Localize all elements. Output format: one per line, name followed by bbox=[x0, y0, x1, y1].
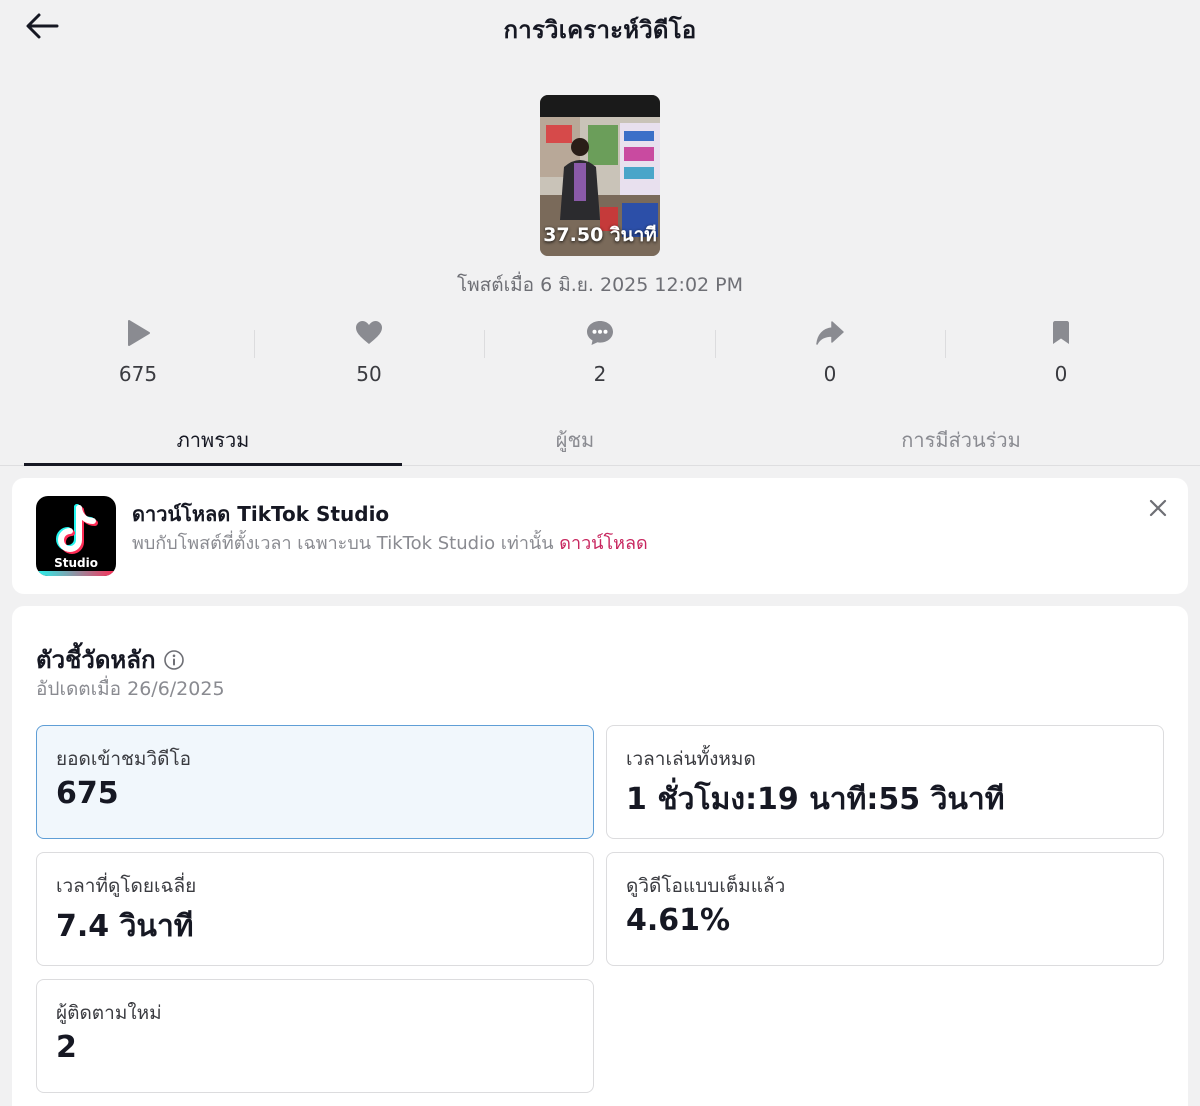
tab-overview[interactable]: ภาพรวม bbox=[24, 424, 402, 456]
divider bbox=[484, 330, 485, 358]
banner-description-text: พบกับโพสต์ที่ตั้งเวลา เฉพาะบน TikTok Stu… bbox=[132, 533, 554, 554]
close-icon bbox=[1149, 499, 1167, 517]
heart-icon bbox=[356, 321, 382, 344]
metric-value: 4.61% bbox=[626, 903, 731, 938]
header: การวิเคราะห์วิดีโอ bbox=[0, 0, 1200, 56]
tab-audience[interactable]: ผู้ชม bbox=[402, 424, 748, 456]
metric-average-watch-time[interactable]: เวลาที่ดูโดยเฉลี่ย 7.4 วินาที bbox=[36, 852, 594, 966]
metric-value: 7.4 วินาที bbox=[56, 909, 194, 944]
metric-label: ผู้ติดตามใหม่ bbox=[56, 1002, 162, 1024]
metric-watched-full-video[interactable]: ดูวิดีโอแบบเต็มแล้ว 4.61% bbox=[606, 852, 1164, 966]
metric-label: เวลาเล่นทั้งหมด bbox=[626, 748, 756, 770]
comment-icon bbox=[587, 321, 613, 345]
info-icon bbox=[164, 649, 185, 670]
metric-label: เวลาที่ดูโดยเฉลี่ย bbox=[56, 875, 197, 897]
stat-views[interactable]: 675 bbox=[78, 316, 198, 386]
stat-comments[interactable]: 2 bbox=[540, 316, 660, 386]
metrics-updated-date: อัปเดตเมื่อ 26/6/2025 bbox=[36, 678, 225, 700]
divider bbox=[254, 330, 255, 358]
metric-total-play-time[interactable]: เวลาเล่นทั้งหมด 1 ชั่วโมง:19 นาที:55 วิน… bbox=[606, 725, 1164, 839]
key-metrics-card: ตัวชี้วัดหลัก อัปเดตเมื่อ 26/6/2025 ยอดเ… bbox=[12, 606, 1188, 1106]
banner-description: พบกับโพสต์ที่ตั้งเวลา เฉพาะบน TikTok Stu… bbox=[132, 528, 648, 557]
stat-saves-value: 0 bbox=[1054, 362, 1068, 386]
video-thumbnail[interactable]: 37.50 วินาที bbox=[540, 95, 660, 256]
divider bbox=[715, 330, 716, 358]
banner-title: ดาวน์โหลด TikTok Studio bbox=[132, 502, 390, 526]
stat-comments-value: 2 bbox=[593, 362, 607, 386]
stat-saves[interactable]: 0 bbox=[1001, 316, 1121, 386]
bookmark-icon bbox=[1053, 321, 1069, 344]
tab-bar: ภาพรวม ผู้ชม การมีส่วนร่วม bbox=[0, 416, 1200, 466]
tiktok-studio-logo: Studio bbox=[36, 496, 116, 576]
studio-logo-label: Studio bbox=[54, 556, 98, 570]
stat-shares[interactable]: 0 bbox=[770, 316, 890, 386]
download-link[interactable]: ดาวน์โหลด bbox=[559, 533, 647, 554]
download-banner: Studio ดาวน์โหลด TikTok Studio พบกับโพสต… bbox=[12, 478, 1188, 594]
stats-row: 675 50 2 0 0 bbox=[24, 316, 1176, 396]
tab-engagement[interactable]: การมีส่วนร่วม bbox=[772, 424, 1150, 456]
metric-value: 675 bbox=[56, 776, 119, 811]
stat-shares-value: 0 bbox=[823, 362, 837, 386]
share-icon bbox=[816, 321, 844, 345]
metric-video-views[interactable]: ยอดเข้าชมวิดีโอ 675 bbox=[36, 725, 594, 839]
stat-likes-value: 50 bbox=[356, 362, 382, 386]
page-title: การวิเคราะห์วิดีโอ bbox=[503, 16, 697, 44]
metric-label: ดูวิดีโอแบบเต็มแล้ว bbox=[626, 875, 786, 897]
play-icon bbox=[128, 320, 150, 346]
logo-stripe bbox=[36, 571, 116, 576]
metric-value: 2 bbox=[56, 1030, 77, 1065]
metric-value: 1 ชั่วโมง:19 นาที:55 วินาที bbox=[626, 782, 1005, 817]
metric-new-followers[interactable]: ผู้ติดตามใหม่ 2 bbox=[36, 979, 594, 1093]
active-tab-indicator bbox=[24, 463, 402, 466]
close-banner-button[interactable] bbox=[1146, 496, 1170, 520]
divider bbox=[945, 330, 946, 358]
video-duration: 37.50 วินาที bbox=[543, 224, 657, 246]
stat-likes[interactable]: 50 bbox=[309, 316, 429, 386]
posted-date: โพสต์เมื่อ 6 มิ.ย. 2025 12:02 PM bbox=[456, 274, 744, 296]
info-button[interactable] bbox=[163, 649, 185, 671]
stat-views-value: 675 bbox=[118, 362, 158, 386]
metric-label: ยอดเข้าชมวิดีโอ bbox=[56, 748, 192, 770]
